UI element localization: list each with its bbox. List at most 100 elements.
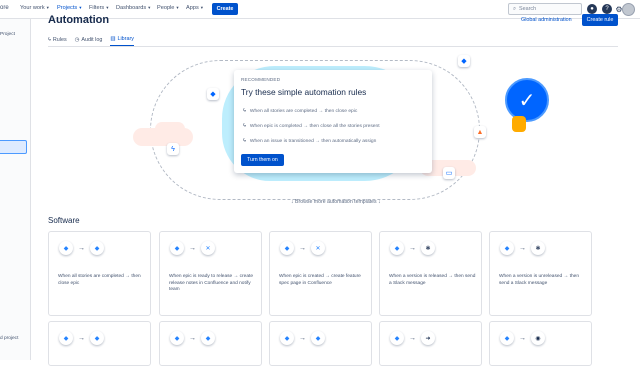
section-title: Software xyxy=(48,216,80,225)
arrow-right-icon: → xyxy=(519,334,526,342)
bolt-icon: ϟ xyxy=(243,108,246,114)
global-administration-link[interactable]: Global administration xyxy=(521,17,572,23)
tab-library[interactable]: ▥ Library xyxy=(110,36,134,46)
nav-label: Projects xyxy=(57,5,78,11)
template-flow: ◆ → ✕ xyxy=(170,241,215,255)
jira-diamond-icon: ◆ xyxy=(280,241,294,255)
user-icon: ◉ xyxy=(531,331,545,345)
project-sidebar: Project d project xyxy=(0,19,31,360)
template-card[interactable]: ◆ → ➜ xyxy=(379,321,482,366)
tab-rules[interactable]: ϟ Rules xyxy=(48,36,67,46)
tab-label: Rules xyxy=(52,36,67,43)
clock-icon: ◷ xyxy=(74,36,80,43)
nav-label: Apps xyxy=(186,5,199,11)
rule-item: ϟ When all stories are completed → then c… xyxy=(243,108,357,114)
rule-item: ϟ When epic is completed → then close all… xyxy=(243,123,380,129)
create-button[interactable]: Create xyxy=(212,3,238,15)
template-flow: ◆ → ◆ xyxy=(280,331,325,345)
arrow-right-icon: → xyxy=(299,244,306,252)
template-description: When epic is created → create feature sp… xyxy=(279,274,361,286)
jira-diamond-icon: ◆ xyxy=(170,241,184,255)
rule-item: ϟ When an issue is transitioned → then au… xyxy=(243,138,376,144)
tab-audit-log[interactable]: ◷ Audit log xyxy=(75,36,103,46)
sidebar-bottom-label[interactable]: d project xyxy=(0,336,18,341)
nav-label: Filters xyxy=(89,5,105,11)
template-card[interactable]: ◆ → ◆ xyxy=(48,321,151,366)
template-card[interactable]: ◆ → ◉ xyxy=(489,321,592,366)
chevron-down-icon: ▾ xyxy=(200,5,204,10)
search-input[interactable]: ⌕ Search xyxy=(508,3,582,15)
template-flow: ◆ → ✱ xyxy=(390,241,435,255)
chevron-down-icon: ▾ xyxy=(46,5,49,10)
template-description: When epic is ready to release → create r… xyxy=(169,274,253,293)
template-card[interactable]: ◆ → ✕ When epic is ready to release → crea… xyxy=(159,231,262,316)
product-logo-text[interactable]: ore xyxy=(0,5,9,11)
sidebar-item-project-settings[interactable] xyxy=(0,140,27,154)
nav-people[interactable]: People ▾ xyxy=(157,5,179,11)
template-card[interactable]: ◆ → ✱ When a version is released → then se… xyxy=(379,231,482,316)
recommended-rules-card: RECOMMENDED Try these simple automation … xyxy=(234,70,432,173)
arrow-right-icon: → xyxy=(519,244,526,252)
jira-diamond-icon: ◆ xyxy=(90,241,104,255)
bitbucket-icon: ▭ xyxy=(443,167,455,179)
nav-your-work[interactable]: Your work ▾ xyxy=(20,5,49,11)
checkmark-hero-icon: ✓ xyxy=(505,78,549,122)
rule-text: When epic is completed → then close all … xyxy=(249,123,380,129)
template-flow: ◆ → ◆ xyxy=(59,241,104,255)
turn-them-on-button[interactable]: Turn them on xyxy=(241,154,284,166)
card-title: Try these simple automation rules xyxy=(241,87,367,97)
jira-diamond-icon: ◆ xyxy=(170,331,184,345)
jira-diamond-icon: ◆ xyxy=(500,331,514,345)
template-card[interactable]: ◆ → ✕ When epic is created → create featur… xyxy=(269,231,372,316)
jira-diamond-icon: ◆ xyxy=(59,241,73,255)
template-flow: ◆ → ➜ xyxy=(390,331,435,345)
slack-icon: ✱ xyxy=(531,241,545,255)
bolt-icon: ϟ xyxy=(48,36,51,43)
template-description: When a version is unreleased → then send… xyxy=(499,274,579,286)
nav-apps[interactable]: Apps ▾ xyxy=(186,5,203,11)
tab-label: Library xyxy=(117,36,134,42)
template-card[interactable]: ◆ → ◆ xyxy=(159,321,262,366)
browse-templates-link[interactable]: ↓ Browse more automation templates ↓ xyxy=(291,199,381,205)
chevron-down-icon: ▾ xyxy=(106,5,109,10)
template-flow: ◆ → ✕ xyxy=(280,241,325,255)
search-icon: ⌕ xyxy=(513,5,517,12)
sidebar-project-label[interactable]: Project xyxy=(0,32,15,37)
bolt-icon: ϟ xyxy=(243,123,246,129)
jira-diamond-icon: ◆ xyxy=(59,331,73,345)
rule-text: When an issue is transitioned → then aut… xyxy=(249,138,377,144)
help-icon[interactable]: ? xyxy=(602,4,612,14)
template-flow: ◆ → ◆ xyxy=(59,331,104,345)
character-illustration xyxy=(512,116,526,132)
bolt-icon: ϟ xyxy=(243,138,246,144)
nav-dashboards[interactable]: Dashboards ▾ xyxy=(116,5,150,11)
template-card[interactable]: ◆ → ◆ xyxy=(269,321,372,366)
arrow-right-icon: → xyxy=(299,334,306,342)
template-card[interactable]: ◆ → ◆ When all stories are completed → the… xyxy=(48,231,151,316)
nav-label: Your work xyxy=(20,5,45,11)
confluence-icon: ✕ xyxy=(311,241,325,255)
slack-icon: ✱ xyxy=(421,241,435,255)
avatar[interactable] xyxy=(622,3,635,16)
page-title: Automation xyxy=(48,14,110,26)
bolt-icon: ϟ xyxy=(167,143,179,155)
send-arrow-icon: ➜ xyxy=(421,331,435,345)
nav-filters[interactable]: Filters ▾ xyxy=(89,5,109,11)
notifications-icon[interactable]: ● xyxy=(587,4,597,14)
chevron-down-icon: ▾ xyxy=(148,5,151,10)
template-description: When all stories are completed → then cl… xyxy=(58,274,141,286)
template-flow: ◆ → ◉ xyxy=(500,331,545,345)
template-flow: ◆ → ✱ xyxy=(500,241,545,255)
create-rule-button[interactable]: Create rule xyxy=(582,14,618,26)
search-placeholder: Search xyxy=(519,6,537,12)
jira-diamond-icon: ◆ xyxy=(390,241,404,255)
chevron-down-icon: ▾ xyxy=(79,5,82,10)
arrow-right-icon: → xyxy=(189,244,196,252)
arrow-right-icon: → xyxy=(409,244,416,252)
arrow-right-icon: → xyxy=(78,244,85,252)
arrow-right-icon: → xyxy=(189,334,196,342)
nav-projects[interactable]: Projects ▾ xyxy=(57,5,81,11)
jira-diamond-icon: ◆ xyxy=(458,55,470,67)
template-card[interactable]: ◆ → ✱ When a version is unreleased → then … xyxy=(489,231,592,316)
jira-diamond-icon: ◆ xyxy=(390,331,404,345)
